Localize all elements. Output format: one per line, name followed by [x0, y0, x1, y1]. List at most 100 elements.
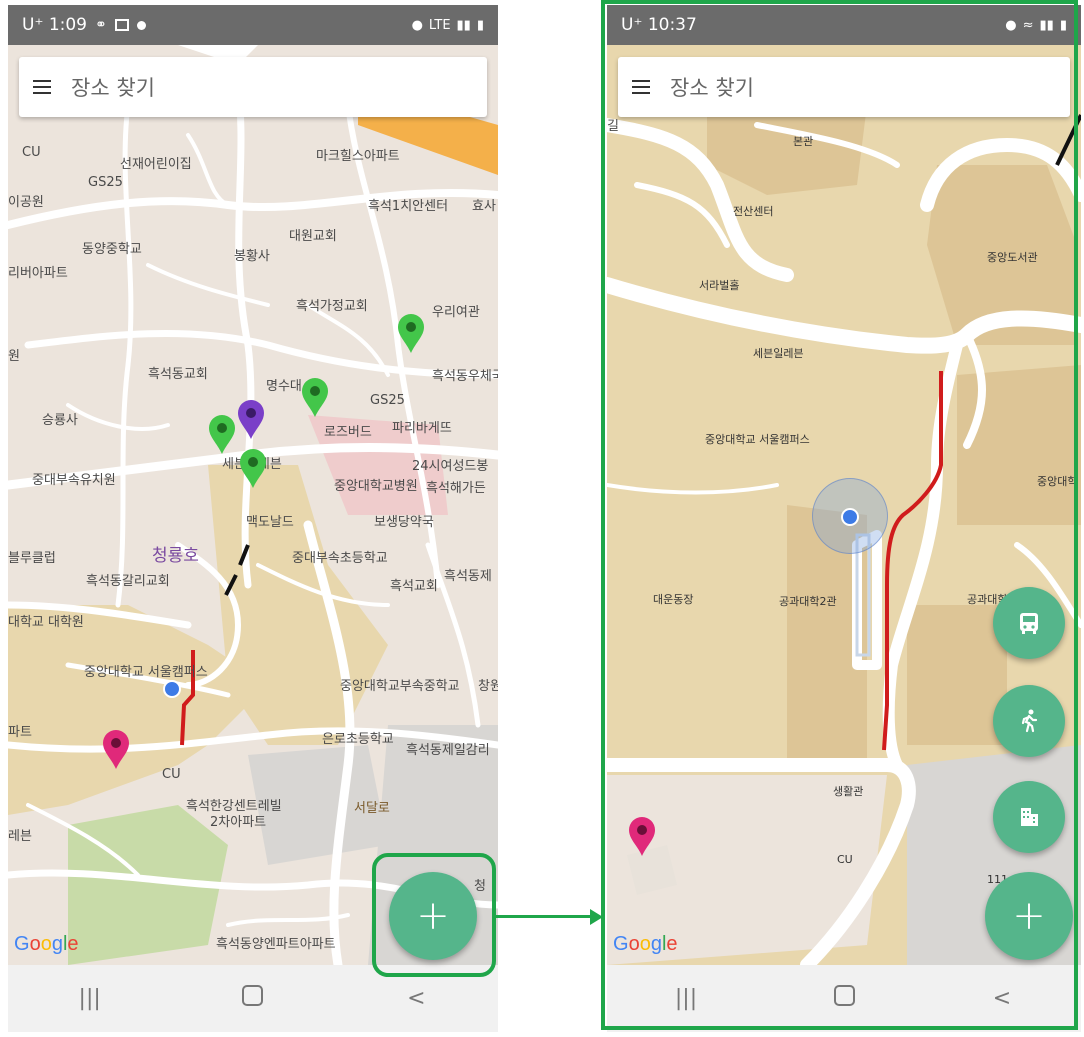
google-logo: Google [613, 933, 678, 955]
map-place-label[interactable]: CU [837, 853, 853, 866]
transition-arrow-head [590, 909, 603, 925]
map-place-label[interactable]: 흑석동우체국 [432, 365, 498, 384]
map-place-label[interactable]: 승룡사 [42, 409, 78, 428]
map-place-label[interactable]: 리버아파트 [8, 262, 68, 281]
battery-icon: ▮ [1059, 17, 1067, 33]
status-time: U⁺ 10:37 [621, 15, 697, 35]
status-bar: U⁺ 10:37 ● ≈ ▮▮ ▮ [607, 5, 1081, 45]
recent-apps-button[interactable]: ||| [60, 986, 120, 1011]
map-place-label[interactable]: 중앙대학교 서울캠퍼스 [705, 431, 810, 447]
map-place-label[interactable]: 중앙대학교 서울캠퍼스 [84, 661, 208, 680]
search-placeholder[interactable]: 장소 찾기 [670, 72, 754, 102]
pink-marker-icon[interactable] [627, 815, 657, 857]
map-place-label[interactable]: 마크힐스아파트 [316, 145, 400, 164]
map-place-label[interactable]: 흑석1치안센터 [368, 195, 448, 214]
map-place-label[interactable]: 24시여성드봉 [412, 455, 488, 474]
map-place-label[interactable]: 중앙대학교부속중학교 [340, 675, 460, 694]
pink-marker-icon[interactable] [101, 728, 131, 770]
map-place-label[interactable]: 로즈버드 [324, 421, 372, 440]
walk-fab-button[interactable] [993, 685, 1065, 757]
add-fab-button[interactable]: + [985, 872, 1073, 960]
map-place-label[interactable]: 2차아파트 [210, 811, 266, 830]
map-place-label[interactable]: 중앙대학교병원 [334, 475, 418, 494]
map-view[interactable]: CU 선재어린이집 GS25 이공원 마크힐스아파트흑석1치안센터 효사대원교회동양중학교… [8, 45, 498, 965]
map-place-label[interactable]: 중대부속유치원 [32, 469, 116, 488]
map-place-label[interactable]: 흑석동제 [444, 565, 492, 584]
map-place-label[interactable]: 봉황사 [234, 245, 270, 264]
map-place-label[interactable]: 효사 [472, 195, 496, 214]
map-place-label[interactable]: CU [162, 767, 181, 782]
search-placeholder[interactable]: 장소 찾기 [71, 72, 155, 102]
map-place-label[interactable]: 길 [607, 115, 619, 134]
google-logo: Google [14, 933, 79, 955]
map-place-label[interactable]: 흑석가정교회 [296, 295, 368, 314]
recent-apps-button[interactable]: ||| [656, 986, 716, 1011]
menu-icon[interactable] [33, 80, 51, 94]
map-place-label[interactable]: 맥도날드 [246, 511, 294, 530]
green-marker-icon[interactable] [300, 376, 330, 418]
map-place-label[interactable]: 우리여관 [432, 301, 480, 320]
map-place-label[interactable]: 흑석동제일감리 [406, 739, 490, 758]
building-icon [1021, 808, 1038, 826]
notification-icon: ⚭ [95, 17, 107, 33]
menu-icon[interactable] [632, 80, 650, 94]
status-time: U⁺ 1:09 [22, 15, 87, 35]
map-place-label[interactable]: 중대부속초등학교 [292, 547, 388, 566]
green-marker-icon[interactable] [207, 413, 237, 455]
map-place-label[interactable]: 창원 [478, 675, 498, 694]
home-icon [242, 985, 264, 1006]
map-place-label[interactable]: CU [22, 145, 41, 160]
map-place-label[interactable]: 이공원 [8, 191, 44, 210]
map-place-label[interactable]: 중앙대학 [1037, 473, 1077, 489]
map-place-label[interactable]: 대학교 대학원 [8, 611, 84, 630]
map-place-label[interactable]: 대운동장 [653, 591, 693, 607]
map-place-label[interactable]: 블루클럽 [8, 547, 56, 566]
search-bar[interactable]: 장소 찾기 [618, 57, 1070, 117]
map-place-label[interactable]: 흑석교회 [390, 575, 438, 594]
search-bar[interactable]: 장소 찾기 [19, 57, 487, 117]
map-place-label[interactable]: 중앙도서관 [987, 249, 1038, 265]
map-place-label[interactable]: 원 [8, 345, 20, 364]
map-place-label[interactable]: 보생당약국 [374, 511, 434, 530]
map-place-label[interactable]: 파트 [8, 721, 32, 740]
add-fab-button[interactable]: + [389, 872, 477, 960]
map-place-label[interactable]: 동양중학교 [82, 238, 142, 257]
map-place-label[interactable]: 청룡호 [152, 541, 199, 566]
home-button[interactable] [814, 985, 874, 1012]
map-place-label[interactable]: GS25 [370, 393, 405, 408]
right-phone-screen: U⁺ 10:37 ● ≈ ▮▮ ▮ 길 본관 전산센터 중앙도서관 서라벌홀 세… [607, 5, 1081, 1032]
map-place-label[interactable]: GS25 [88, 175, 123, 190]
map-place-label[interactable]: 파리바게뜨 [392, 417, 452, 436]
map-place-label[interactable]: 선재어린이집 [120, 153, 192, 172]
map-place-label[interactable]: 명수대 [266, 375, 302, 394]
building-fab-button[interactable] [993, 781, 1065, 853]
home-button[interactable] [223, 985, 283, 1012]
green-marker-icon[interactable] [396, 312, 426, 354]
map-place-label[interactable]: 흑석동양엔파트아파트 [216, 933, 336, 952]
green-marker-icon[interactable] [238, 447, 268, 489]
map-place-label[interactable]: 흑석해가든 [426, 477, 486, 496]
map-place-label[interactable]: 은로초등학교 [322, 728, 394, 747]
plus-icon: + [1012, 893, 1046, 939]
map-place-label[interactable]: 본관 [793, 133, 813, 149]
location-icon: ● [1005, 17, 1017, 33]
map-place-label[interactable]: 흑석동갈리교회 [86, 570, 170, 589]
map-place-label[interactable]: 전산센터 [733, 203, 773, 219]
map-place-label[interactable]: 서달로 [354, 797, 390, 816]
map-place-label[interactable]: 레븐 [8, 825, 32, 844]
map-place-label[interactable]: 흑석동교회 [148, 363, 208, 382]
map-place-label[interactable]: 생활관 [833, 783, 863, 799]
back-button[interactable]: < [386, 986, 446, 1011]
map-place-label[interactable]: 서라벌홀 [699, 277, 739, 293]
purple-marker-icon[interactable] [236, 398, 266, 440]
back-button[interactable]: < [972, 986, 1032, 1011]
bus-icon [1020, 613, 1038, 634]
map-place-label[interactable]: 청 [474, 875, 486, 894]
map-place-label[interactable]: 대원교회 [289, 225, 337, 244]
map-place-label[interactable]: 세븐일레븐 [753, 345, 804, 361]
bus-fab-button[interactable] [993, 587, 1065, 659]
signal-icon: ▮▮ [456, 17, 471, 33]
battery-icon: ▮ [476, 17, 484, 33]
map-place-label[interactable]: 공과대학2관 [779, 593, 837, 609]
navigation-bar: ||| < [8, 965, 498, 1032]
